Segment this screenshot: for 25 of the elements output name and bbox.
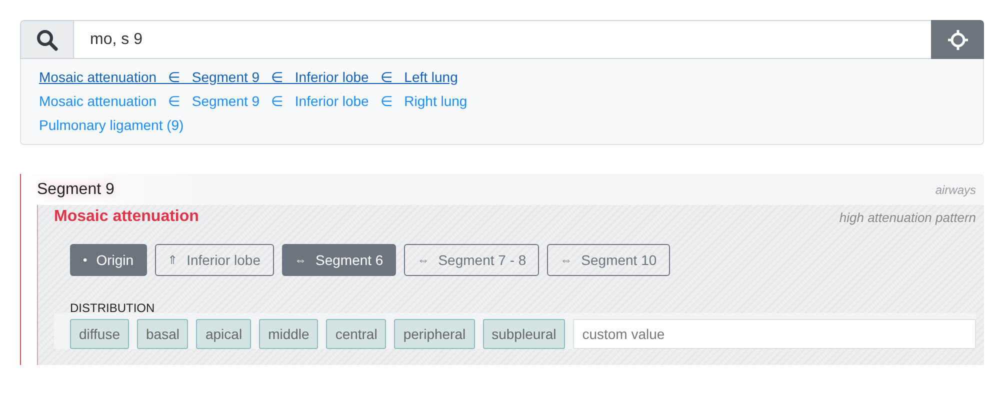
finding-description: high attenuation pattern (839, 210, 976, 224)
location-button[interactable]: • Origin (70, 244, 147, 276)
distribution-tag[interactable]: peripheral (394, 319, 475, 349)
distribution-tag[interactable]: central (326, 319, 386, 349)
suggestion-link[interactable]: Pulmonary ligament (9) (39, 116, 184, 134)
section-title: Segment 9 (37, 180, 114, 198)
finding-title: Mosaic attenuation (54, 208, 199, 226)
crosshair-icon (948, 30, 968, 50)
distribution-tag[interactable]: diffuse (70, 319, 129, 349)
location-button[interactable]: ⇔ Segment 10 (547, 244, 670, 276)
distribution-tag[interactable]: middle (259, 319, 318, 349)
location-button[interactable]: ⇔ Segment 7 - 8 (404, 244, 540, 276)
distribution-label: DISTRIBUTION (70, 300, 156, 316)
custom-value-field[interactable]: custom value (573, 319, 976, 349)
search-field[interactable]: mo, s 9 (74, 20, 931, 59)
location-button[interactable]: ⇑ Inferior lobe (154, 244, 274, 276)
distribution-tag[interactable]: apical (196, 319, 252, 349)
distribution-tag[interactable]: subpleural (482, 319, 566, 349)
search-icon (36, 28, 58, 50)
locate-button[interactable] (931, 20, 984, 59)
location-button[interactable]: ⇔ Segment 6 (282, 244, 396, 276)
suggestion-link[interactable]: Mosaic attenuation ∈ Segment 9 ∈ Inferior lobe ∈ Left lung (39, 68, 458, 86)
suggestion-link[interactable]: Mosaic attenuation ∈ Segment 9 ∈ Inferior lobe ∈ Right lung (39, 92, 468, 110)
category-label: airways (935, 182, 977, 196)
distribution-tag[interactable]: basal (137, 319, 188, 349)
